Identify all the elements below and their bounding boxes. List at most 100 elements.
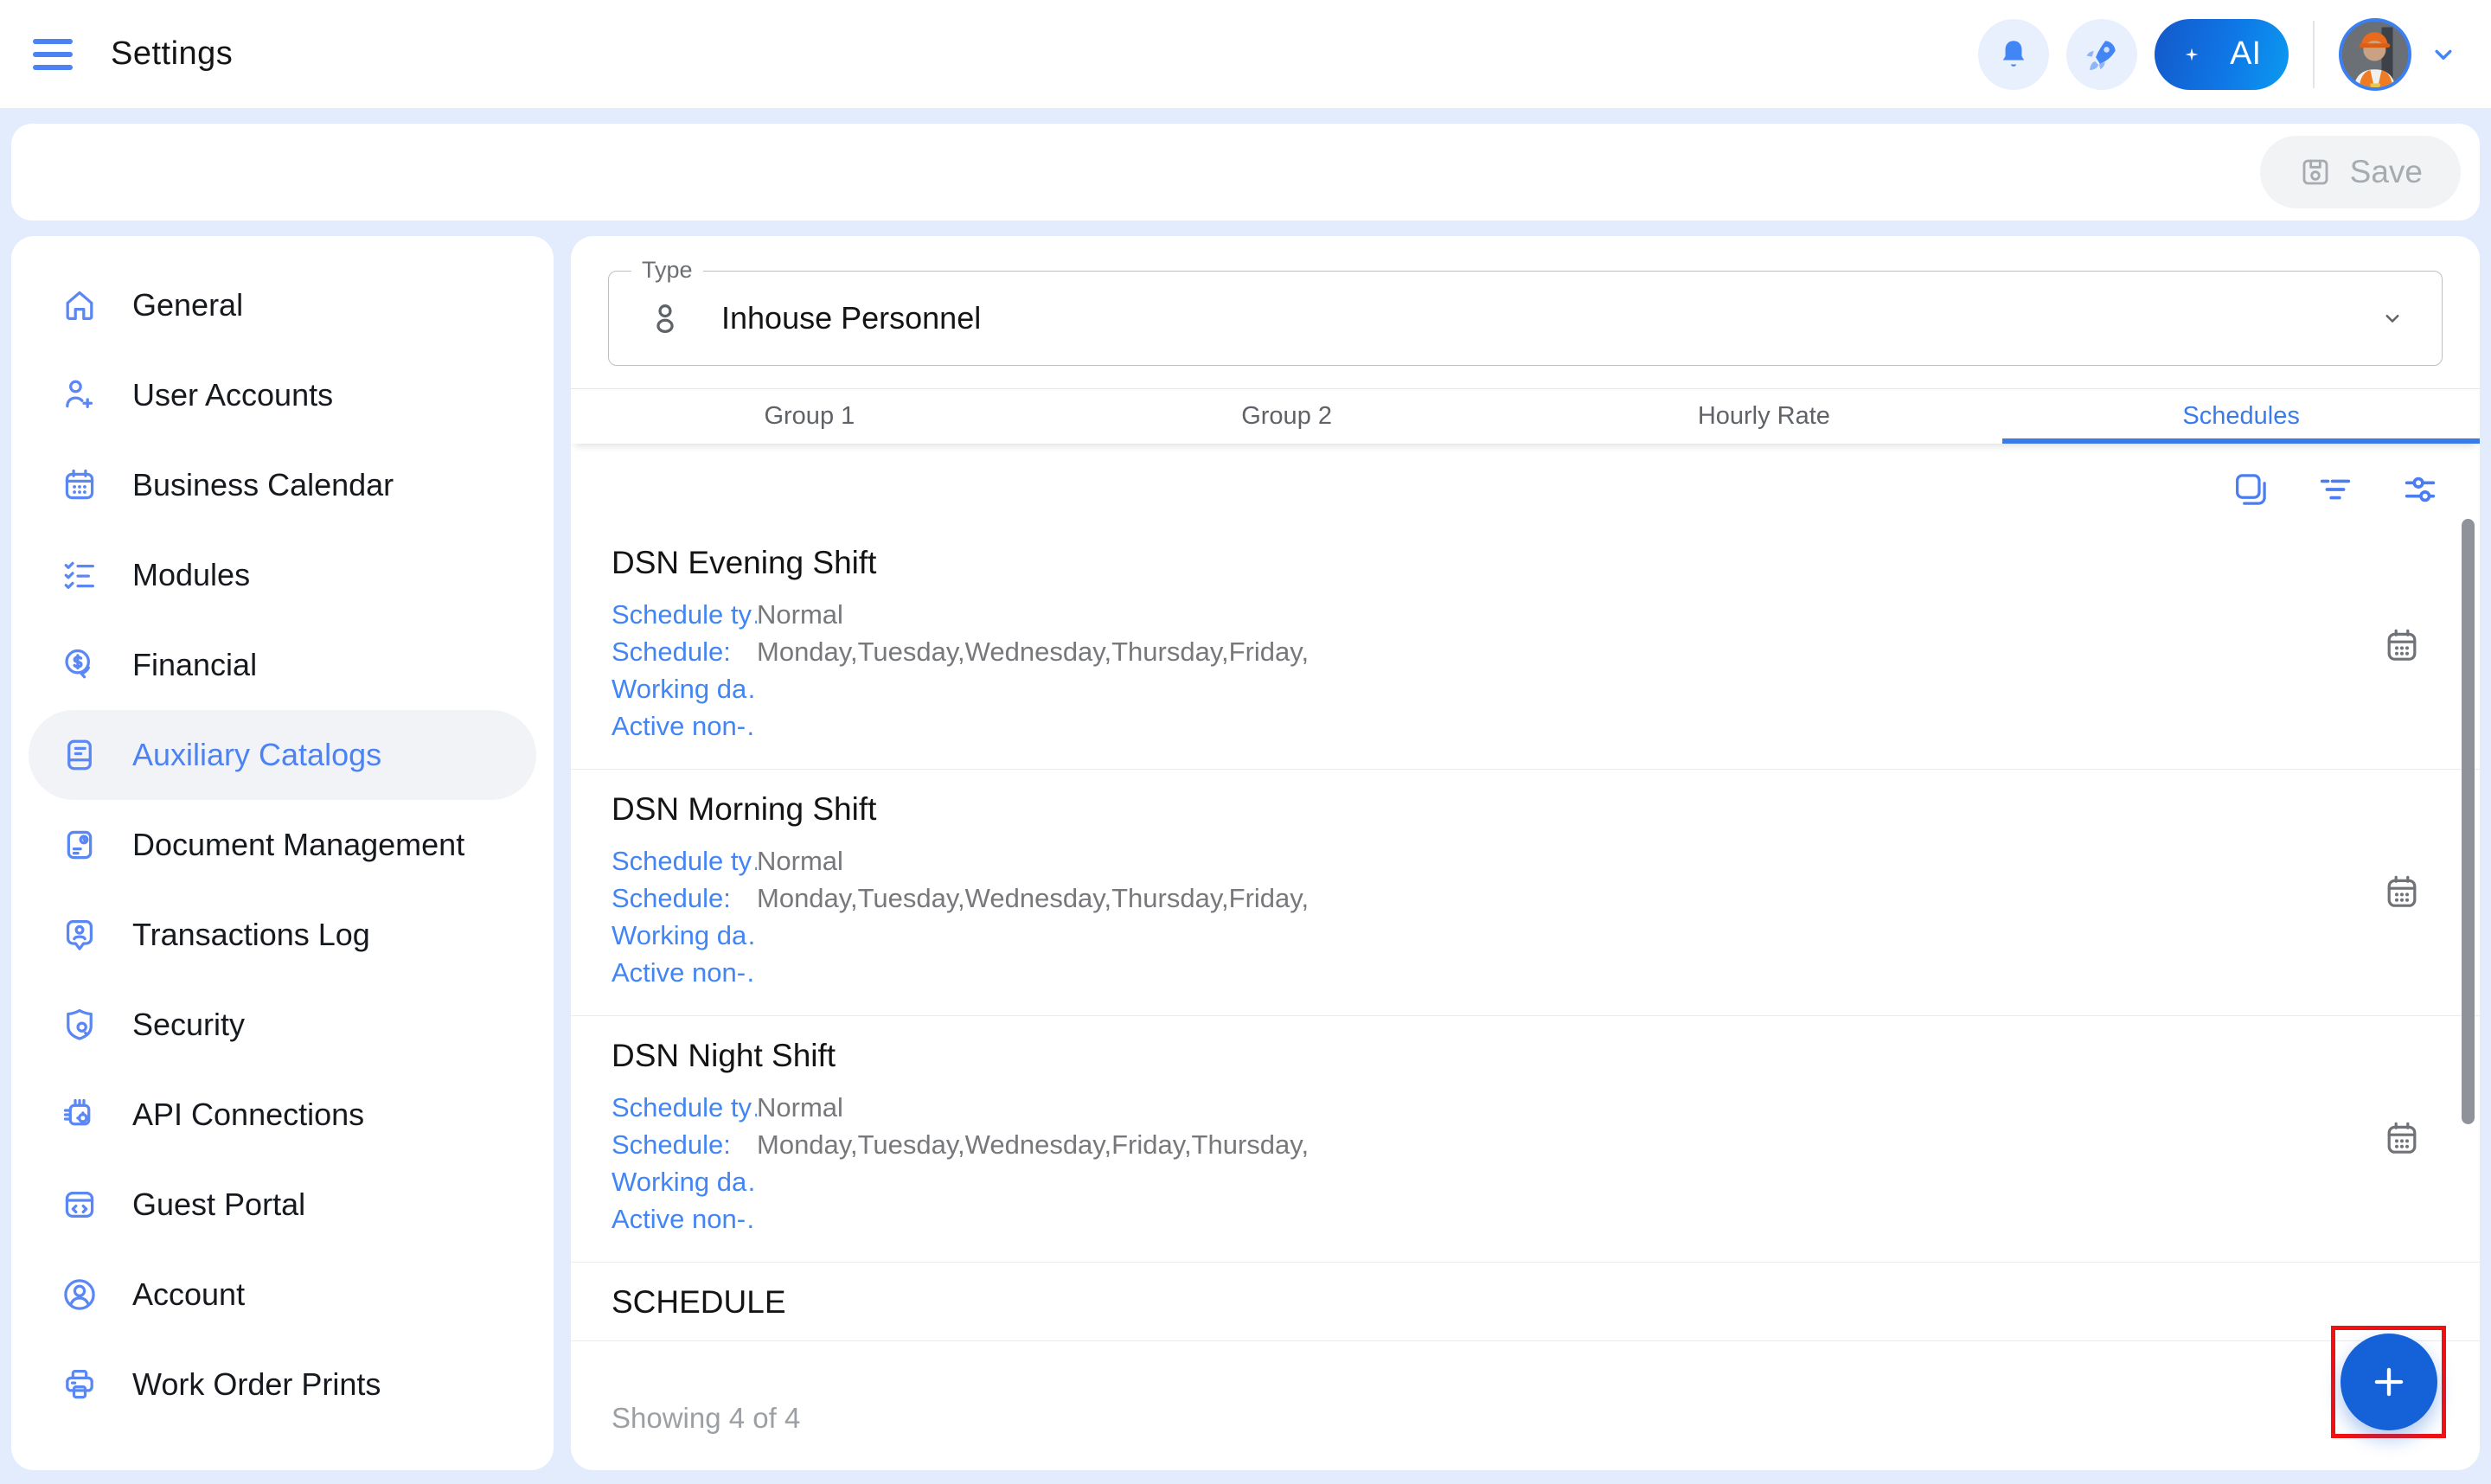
schedule-field-value: Normal bbox=[757, 1092, 843, 1123]
schedule-card-row: Active non-… bbox=[612, 707, 2439, 745]
schedule-field-label[interactable]: Schedule: bbox=[612, 883, 757, 914]
schedule-field-label[interactable]: Active non-… bbox=[612, 1204, 757, 1235]
type-select[interactable]: Type Inhouse Personnel bbox=[608, 271, 2443, 366]
schedule-card-title: DSN Morning Shift bbox=[612, 790, 2439, 828]
sidebar-item-label: Financial bbox=[132, 647, 257, 683]
save-button[interactable]: Save bbox=[2260, 136, 2461, 208]
schedule-card-row: Schedule:Monday,Tuesday,Wednesday,Friday… bbox=[612, 1126, 2439, 1163]
tab-label: Group 2 bbox=[1241, 402, 1332, 431]
rocket-icon bbox=[2082, 35, 2122, 74]
printer-icon bbox=[60, 1365, 99, 1404]
sidebar-item-user-accounts[interactable]: User Accounts bbox=[29, 350, 536, 440]
sidebar-item-security[interactable]: Security bbox=[29, 980, 536, 1070]
sidebar-item-label: User Accounts bbox=[132, 377, 333, 413]
sidebar-item-label: Transactions Log bbox=[132, 917, 370, 953]
schedule-field-label[interactable]: Working da… bbox=[612, 1167, 757, 1198]
catalog-icon bbox=[60, 735, 99, 775]
sidebar-item-financial[interactable]: Financial bbox=[29, 620, 536, 710]
sidebar-item-label: Auxiliary Catalogs bbox=[132, 737, 381, 773]
showing-count: Showing 4 of 4 bbox=[612, 1402, 800, 1435]
account-icon bbox=[60, 1275, 99, 1314]
sidebar-item-work-order-prints[interactable]: Work Order Prints bbox=[29, 1340, 536, 1430]
sidebar-item-label: Business Calendar bbox=[132, 467, 394, 503]
sidebar-item-label: Work Order Prints bbox=[132, 1366, 381, 1403]
tabs-bar: Group 1 Group 2 Hourly Rate Schedules bbox=[571, 388, 2480, 444]
home-icon bbox=[60, 285, 99, 325]
schedule-field-label[interactable]: Working da… bbox=[612, 674, 757, 705]
schedule-field-label[interactable]: Schedule: bbox=[612, 1129, 757, 1161]
launch-button[interactable] bbox=[2066, 19, 2137, 90]
schedule-card-title: DSN Night Shift bbox=[612, 1037, 2439, 1075]
save-button-label: Save bbox=[2350, 154, 2423, 190]
document-icon bbox=[60, 825, 99, 865]
schedule-card-row: Working da… bbox=[612, 1163, 2439, 1200]
sidebar-item-label: API Connections bbox=[132, 1097, 364, 1133]
calendar-icon bbox=[60, 465, 99, 505]
ai-assistant-button[interactable]: AI bbox=[2155, 19, 2289, 90]
user-plus-icon bbox=[60, 375, 99, 415]
bell-icon bbox=[1995, 36, 2032, 73]
tab-label: Schedules bbox=[2182, 402, 2299, 431]
schedule-field-label[interactable]: Schedule: bbox=[612, 636, 757, 668]
schedule-field-label[interactable]: Schedule ty… bbox=[612, 599, 757, 630]
sidebar-item-label: Modules bbox=[132, 557, 250, 593]
sidebar-item-auxiliary-catalogs[interactable]: Auxiliary Catalogs bbox=[29, 710, 536, 800]
schedule-card-title: SCHEDULE bbox=[612, 1283, 2439, 1321]
avatar[interactable] bbox=[2339, 18, 2411, 91]
active-tab-underline bbox=[2002, 438, 2480, 444]
tab-label: Hourly Rate bbox=[1698, 402, 1830, 431]
sidebar-item-transactions-log[interactable]: Transactions Log bbox=[29, 890, 536, 980]
type-select-label: Type bbox=[631, 257, 703, 284]
calendar-icon[interactable] bbox=[2381, 872, 2423, 913]
schedule-card[interactable]: DSN Night Shift Schedule ty…NormalSchedul… bbox=[571, 1016, 2480, 1263]
action-toolbar: Save bbox=[11, 124, 2480, 221]
sidebar-item-label: Guest Portal bbox=[132, 1187, 305, 1223]
tab-schedules[interactable]: Schedules bbox=[2002, 389, 2480, 444]
schedule-field-label[interactable]: Working da… bbox=[612, 920, 757, 951]
settings-sidebar: General User Accounts Business Calendar Mod… bbox=[11, 236, 554, 1470]
schedule-field-label[interactable]: Active non-… bbox=[612, 711, 757, 742]
app-header: Settings bbox=[0, 0, 2491, 108]
sidebar-item-api-connections[interactable]: API Connections bbox=[29, 1070, 536, 1160]
sidebar-item-document-management[interactable]: Document Management bbox=[29, 800, 536, 890]
sidebar-item-modules[interactable]: Modules bbox=[29, 530, 536, 620]
schedule-field-label[interactable]: Schedule ty… bbox=[612, 846, 757, 877]
scrollbar-thumb[interactable] bbox=[2462, 519, 2475, 1124]
schedule-field-value: Normal bbox=[757, 846, 843, 877]
tab-group-2[interactable]: Group 2 bbox=[1048, 389, 1526, 444]
sidebar-item-guest-portal[interactable]: Guest Portal bbox=[29, 1160, 536, 1250]
schedule-field-value: Monday,Tuesday,Wednesday,Friday,Thursday… bbox=[757, 1129, 1309, 1161]
sidebar-item-account[interactable]: Account bbox=[29, 1250, 536, 1340]
schedule-list: DSN Evening ShiftSchedule ty…NormalSched… bbox=[571, 523, 2480, 1366]
filter-icon[interactable] bbox=[2315, 470, 2355, 509]
header-actions: AI bbox=[1978, 18, 2458, 91]
schedule-card-title: DSN Evening Shift bbox=[612, 544, 2439, 582]
notifications-button[interactable] bbox=[1978, 19, 2049, 90]
schedule-field-value: Monday,Tuesday,Wednesday,Thursday,Friday… bbox=[757, 636, 1309, 668]
select-all-icon[interactable] bbox=[2231, 470, 2270, 509]
account-menu-chevron-icon[interactable] bbox=[2429, 40, 2458, 69]
schedule-card-row: Schedule:Monday,Tuesday,Wednesday,Thursd… bbox=[612, 880, 2439, 917]
sidebar-item-business-calendar[interactable]: Business Calendar bbox=[29, 440, 536, 530]
schedule-card[interactable]: SCHEDULE bbox=[571, 1263, 2480, 1341]
schedule-card-row: Schedule:Monday,Tuesday,Wednesday,Thursd… bbox=[612, 633, 2439, 670]
menu-icon[interactable] bbox=[33, 39, 73, 70]
portal-icon bbox=[60, 1185, 99, 1225]
transactions-icon bbox=[60, 915, 99, 955]
schedule-card[interactable]: DSN Evening Shift Schedule ty…NormalSched… bbox=[571, 523, 2480, 770]
schedule-field-label[interactable]: Active non-… bbox=[612, 957, 757, 988]
save-icon bbox=[2298, 155, 2333, 189]
calendar-icon[interactable] bbox=[2381, 1118, 2423, 1160]
tab-hourly-rate[interactable]: Hourly Rate bbox=[1526, 389, 2003, 444]
tab-group-1[interactable]: Group 1 bbox=[571, 389, 1048, 444]
sidebar-nav: General User Accounts Business Calendar Mod… bbox=[29, 260, 536, 1430]
schedule-card-row: Schedule ty…Normal bbox=[612, 596, 2439, 633]
sidebar-item-general[interactable]: General bbox=[29, 260, 536, 350]
schedule-field-value: Monday,Tuesday,Wednesday,Thursday,Friday… bbox=[757, 883, 1309, 914]
schedule-card[interactable]: DSN Morning Shift Schedule ty…NormalSched… bbox=[571, 770, 2480, 1016]
add-schedule-button[interactable] bbox=[2341, 1334, 2437, 1430]
calendar-icon[interactable] bbox=[2381, 625, 2423, 667]
schedule-field-label[interactable]: Schedule ty… bbox=[612, 1092, 757, 1123]
sparkle-icon bbox=[2182, 45, 2201, 64]
tune-icon[interactable] bbox=[2400, 470, 2440, 509]
